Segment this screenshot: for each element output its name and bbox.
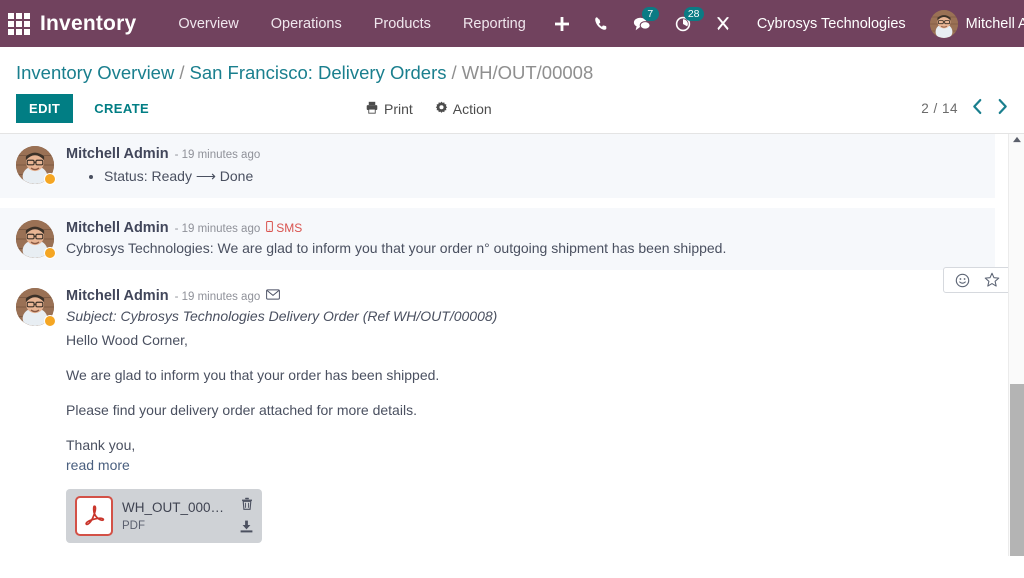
chevron-left-icon[interactable] bbox=[972, 98, 983, 119]
tracking-value: Status: Ready ⟶ Done bbox=[104, 166, 979, 186]
gear-icon bbox=[435, 101, 448, 117]
breadcrumb-separator-1: / bbox=[179, 62, 185, 83]
email-greeting: Hello Wood Corner, bbox=[66, 332, 188, 348]
message-timestamp[interactable]: - 19 minutes ago bbox=[175, 149, 261, 161]
action-button[interactable]: Action bbox=[435, 101, 492, 117]
status-dot-online bbox=[44, 247, 56, 259]
breadcrumb: Inventory Overview / San Francisco: Delive… bbox=[16, 59, 1008, 86]
trash-icon[interactable] bbox=[241, 497, 253, 512]
smiley-icon[interactable] bbox=[948, 273, 977, 288]
navbar-right-cluster: 7 28 Cybrosys Technologies Mitchell A bbox=[542, 0, 1024, 47]
chatter-message: Mitchell Admin - 19 minutes ago Subject:… bbox=[0, 267, 1024, 555]
edit-button[interactable]: EDIT bbox=[16, 94, 74, 123]
breadcrumb-item-inventory-overview[interactable]: Inventory Overview bbox=[16, 62, 174, 83]
breadcrumb-container: Inventory Overview / San Francisco: Delive… bbox=[0, 47, 1024, 86]
attachment-filename: WH_OUT_00008.pdf bbox=[122, 499, 231, 515]
status-dot-online bbox=[44, 315, 56, 327]
breadcrumb-item-delivery-orders[interactable]: San Francisco: Delivery Orders bbox=[189, 62, 446, 83]
chatter-panel: Mitchell Admin - 19 minutes ago Status: … bbox=[0, 133, 1024, 556]
pager-counter[interactable]: 2 / 14 bbox=[921, 101, 958, 116]
download-icon[interactable] bbox=[240, 520, 253, 535]
message-timestamp[interactable]: - 19 minutes ago bbox=[175, 291, 261, 303]
attachment-actions bbox=[240, 497, 253, 535]
message-author: Mitchell Admin bbox=[66, 220, 169, 236]
message-reactions bbox=[943, 267, 1012, 293]
menu-item-products[interactable]: Products bbox=[358, 2, 447, 46]
message-body: Mitchell Admin - 19 minutes ago SMS Cybr… bbox=[66, 220, 979, 258]
message-header: Mitchell Admin - 19 minutes ago bbox=[66, 146, 979, 162]
message-content: Status: Ready ⟶ Done bbox=[66, 166, 979, 186]
avatar bbox=[929, 9, 958, 38]
attachment-filetype: PDF bbox=[122, 519, 145, 532]
printer-icon bbox=[365, 101, 379, 117]
menu-item-overview[interactable]: Overview bbox=[162, 2, 254, 46]
plus-icon[interactable] bbox=[542, 0, 582, 47]
action-center-group: Print Action bbox=[365, 101, 492, 117]
message-timestamp[interactable]: - 19 minutes ago bbox=[175, 223, 261, 235]
avatar bbox=[16, 146, 56, 185]
email-subject: Subject: Cybrosys Technologies Delivery … bbox=[66, 308, 498, 324]
print-label: Print bbox=[384, 100, 413, 117]
user-name: Mitchell Admin bbox=[965, 15, 1024, 32]
debug-tools-icon[interactable] bbox=[703, 0, 743, 47]
pdf-file-icon bbox=[75, 496, 113, 536]
top-navbar: Inventory Overview Operations Products R… bbox=[0, 0, 1024, 47]
chevron-right-icon[interactable] bbox=[997, 98, 1008, 119]
avatar bbox=[16, 288, 56, 327]
company-switcher[interactable]: Cybrosys Technologies bbox=[743, 16, 920, 32]
sms-channel-tag: SMS bbox=[266, 221, 302, 235]
chatter-message: Mitchell Admin - 19 minutes ago SMS Cybr… bbox=[0, 208, 995, 270]
email-closing: Thank you, bbox=[66, 437, 136, 453]
chatter-message: Mitchell Admin - 19 minutes ago Status: … bbox=[0, 134, 995, 198]
message-header: Mitchell Admin - 19 minutes ago SMS bbox=[66, 220, 979, 236]
message-author: Mitchell Admin bbox=[66, 288, 169, 304]
user-menu[interactable]: Mitchell Admin bbox=[920, 9, 1024, 38]
star-icon[interactable] bbox=[977, 272, 1007, 288]
message-body: Mitchell Admin - 19 minutes ago Status: … bbox=[66, 146, 979, 186]
email-paragraph-1: We are glad to inform you that your orde… bbox=[66, 367, 440, 383]
activities-icon[interactable]: 28 bbox=[663, 0, 704, 47]
breadcrumb-item-current: WH/OUT/00008 bbox=[461, 62, 594, 83]
message-author: Mitchell Admin bbox=[66, 146, 169, 162]
messages-icon[interactable]: 7 bbox=[621, 0, 663, 47]
read-more-link[interactable]: read more bbox=[66, 455, 130, 475]
email-paragraph-2: Please find your delivery order attached… bbox=[66, 402, 417, 418]
mobile-icon bbox=[266, 221, 274, 235]
attachment-list: WH_OUT_00008.pdf PDF bbox=[66, 489, 1008, 543]
message-content: Subject: Cybrosys Technologies Delivery … bbox=[66, 306, 1008, 543]
sms-label: SMS bbox=[276, 221, 303, 235]
create-button[interactable]: CREATE bbox=[81, 94, 162, 123]
action-label: Action bbox=[452, 100, 492, 117]
pager: 2 / 14 bbox=[921, 98, 1008, 119]
chatter-scrollbar[interactable] bbox=[1008, 134, 1024, 556]
status-dot-online bbox=[44, 173, 56, 185]
message-content: Cybrosys Technologies: We are glad to in… bbox=[66, 240, 727, 256]
attachment-meta: WH_OUT_00008.pdf PDF bbox=[122, 499, 231, 534]
breadcrumb-separator-2: / bbox=[451, 62, 457, 83]
print-button[interactable]: Print bbox=[365, 101, 413, 117]
messages-badge: 7 bbox=[641, 7, 659, 21]
main-menu: Overview Operations Products Reporting bbox=[162, 2, 541, 46]
envelope-icon bbox=[266, 289, 281, 303]
menu-item-operations[interactable]: Operations bbox=[255, 2, 358, 46]
action-bar: EDIT CREATE Print Action 2 / 14 bbox=[0, 86, 1024, 133]
app-brand-inventory[interactable]: Inventory bbox=[40, 12, 136, 36]
message-body: Mitchell Admin - 19 minutes ago Subject:… bbox=[66, 288, 1008, 543]
scroll-up-arrow-icon[interactable] bbox=[1012, 136, 1021, 145]
apps-grid-icon[interactable] bbox=[8, 11, 30, 37]
phone-icon[interactable] bbox=[582, 0, 621, 47]
attachment-card[interactable]: WH_OUT_00008.pdf PDF bbox=[66, 489, 262, 543]
activities-badge: 28 bbox=[683, 7, 704, 21]
avatar bbox=[16, 220, 56, 259]
menu-item-reporting[interactable]: Reporting bbox=[447, 2, 542, 46]
scrollbar-thumb[interactable] bbox=[1010, 384, 1024, 556]
message-header: Mitchell Admin - 19 minutes ago bbox=[66, 288, 1008, 304]
